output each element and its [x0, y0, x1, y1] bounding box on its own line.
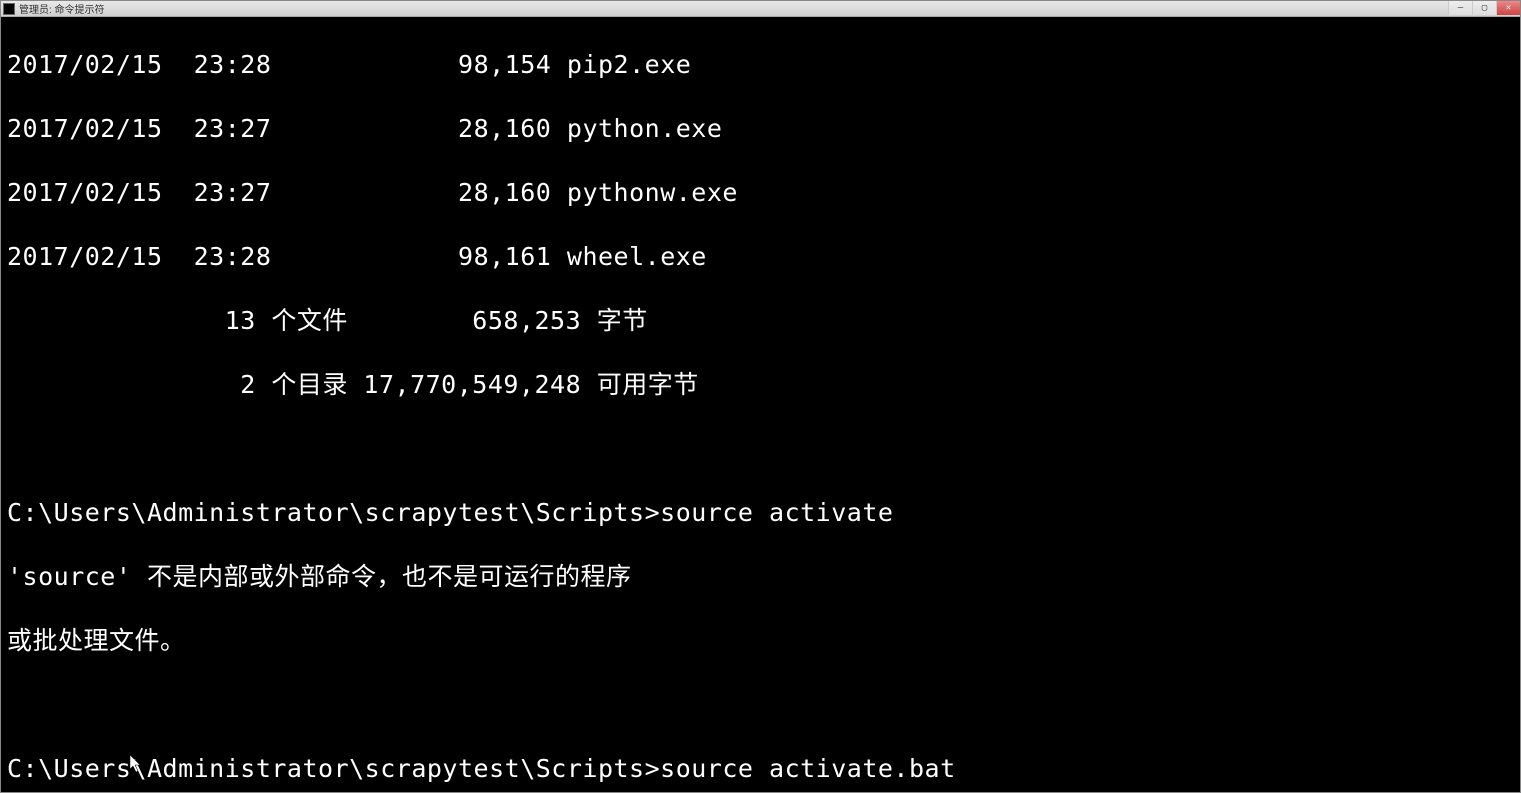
- dir-summary-dirs: 2 个目录 17,770,549,248 可用字节: [7, 369, 1514, 401]
- minimize-button[interactable]: —: [1448, 1, 1472, 15]
- dir-row: 2017/02/15 23:28 98,161 wheel.exe: [7, 241, 1514, 273]
- terminal-output[interactable]: 2017/02/15 23:28 98,154 pip2.exe 2017/02…: [1, 17, 1520, 792]
- titlebar[interactable]: 管理员: 命令提示符 — ▢ ✕: [1, 1, 1520, 17]
- window-controls: — ▢ ✕: [1448, 1, 1520, 16]
- maximize-button[interactable]: ▢: [1472, 1, 1496, 15]
- dir-summary-files: 13 个文件 658,253 字节: [7, 305, 1514, 337]
- dir-row: 2017/02/15 23:28 98,154 pip2.exe: [7, 49, 1514, 81]
- cmd-window: 管理员: 命令提示符 — ▢ ✕ 2017/02/15 23:28 98,154…: [0, 0, 1521, 793]
- window-title: 管理员: 命令提示符: [19, 1, 1518, 16]
- dir-row: 2017/02/15 23:27 28,160 pythonw.exe: [7, 177, 1514, 209]
- close-button[interactable]: ✕: [1496, 1, 1520, 15]
- blank-line: [7, 689, 1514, 721]
- prompt-line: C:\Users\Administrator\scrapytest\Script…: [7, 753, 1514, 785]
- prompt-line: C:\Users\Administrator\scrapytest\Script…: [7, 497, 1514, 529]
- cmd-icon: [3, 3, 15, 15]
- error-line: 或批处理文件。: [7, 625, 1514, 657]
- blank-line: [7, 433, 1514, 465]
- dir-row: 2017/02/15 23:27 28,160 python.exe: [7, 113, 1514, 145]
- error-line: 'source' 不是内部或外部命令，也不是可运行的程序: [7, 561, 1514, 593]
